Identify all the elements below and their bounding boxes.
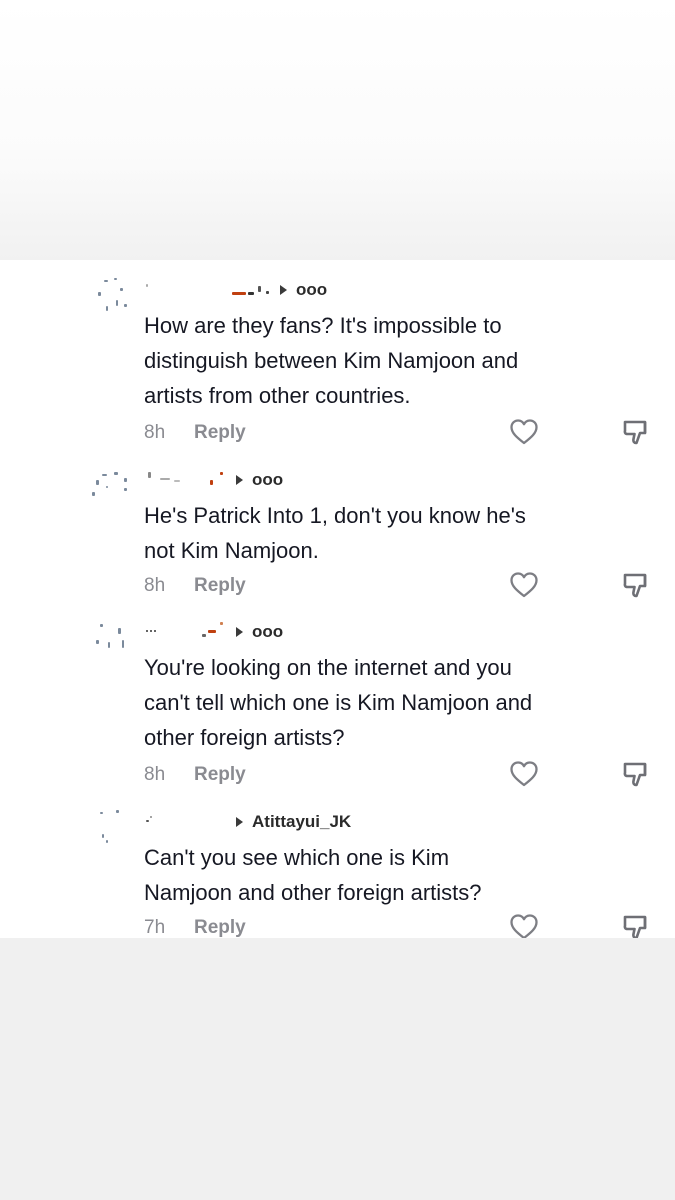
heart-outline-icon[interactable]	[509, 760, 539, 788]
comment-username-row[interactable]: ooo	[144, 278, 544, 302]
avatar[interactable]	[88, 808, 138, 858]
comment-time: 8h	[144, 575, 166, 596]
thumbs-down-outline-icon[interactable]	[621, 912, 651, 938]
thumbs-down-outline-icon[interactable]	[621, 570, 651, 600]
reply-to-username[interactable]: ooo	[236, 468, 283, 492]
comment-time: 7h	[144, 917, 166, 938]
comment-list: ooo How are they fans? It's impossible t…	[0, 260, 675, 938]
reply-to-username[interactable]: ooo	[236, 620, 283, 644]
comment-item: ooo He's Patrick Into 1, don't you know …	[0, 450, 675, 602]
heart-outline-icon[interactable]	[509, 913, 539, 938]
thumbs-down-outline-icon[interactable]	[621, 417, 651, 447]
triangle-right-icon	[236, 817, 243, 827]
reply-button[interactable]: Reply	[194, 764, 246, 786]
comment-text: How are they fans? It's impossible to di…	[144, 313, 519, 408]
avatar[interactable]	[88, 276, 138, 326]
comment-item: Atittayui_JK Can't you see which one is …	[0, 792, 675, 938]
reply-to-username[interactable]: Atittayui_JK	[236, 810, 351, 834]
thumbs-down-outline-icon[interactable]	[621, 759, 651, 789]
comment-username-row[interactable]: Atittayui_JK	[144, 810, 544, 834]
triangle-right-icon	[236, 475, 243, 485]
comment-item: ooo You're looking on the internet and y…	[0, 602, 675, 792]
reply-button[interactable]: Reply	[194, 917, 246, 938]
heart-outline-icon[interactable]	[509, 418, 539, 446]
avatar[interactable]	[88, 618, 138, 668]
reply-to-username[interactable]: ooo	[280, 278, 327, 302]
comment-text: He's Patrick Into 1, don't you know he's…	[144, 503, 526, 563]
triangle-right-icon	[236, 627, 243, 637]
comment-username-row[interactable]: ooo	[144, 620, 544, 644]
reply-button[interactable]: Reply	[194, 422, 246, 444]
comment-text: You're looking on the internet and you c…	[144, 655, 533, 750]
comment-time: 8h	[144, 422, 166, 443]
bottom-blank-area	[0, 938, 675, 1200]
comment-username-row[interactable]: ooo	[144, 468, 544, 492]
comment-text: Can't you see which one is Kim Namjoon a…	[144, 845, 482, 905]
comment-item: ooo How are they fans? It's impossible t…	[0, 260, 675, 450]
reply-button[interactable]: Reply	[194, 575, 246, 597]
avatar[interactable]	[88, 466, 138, 516]
heart-outline-icon[interactable]	[509, 571, 539, 599]
comment-time: 8h	[144, 764, 166, 785]
triangle-right-icon	[280, 285, 287, 295]
top-blank-area	[0, 0, 675, 260]
